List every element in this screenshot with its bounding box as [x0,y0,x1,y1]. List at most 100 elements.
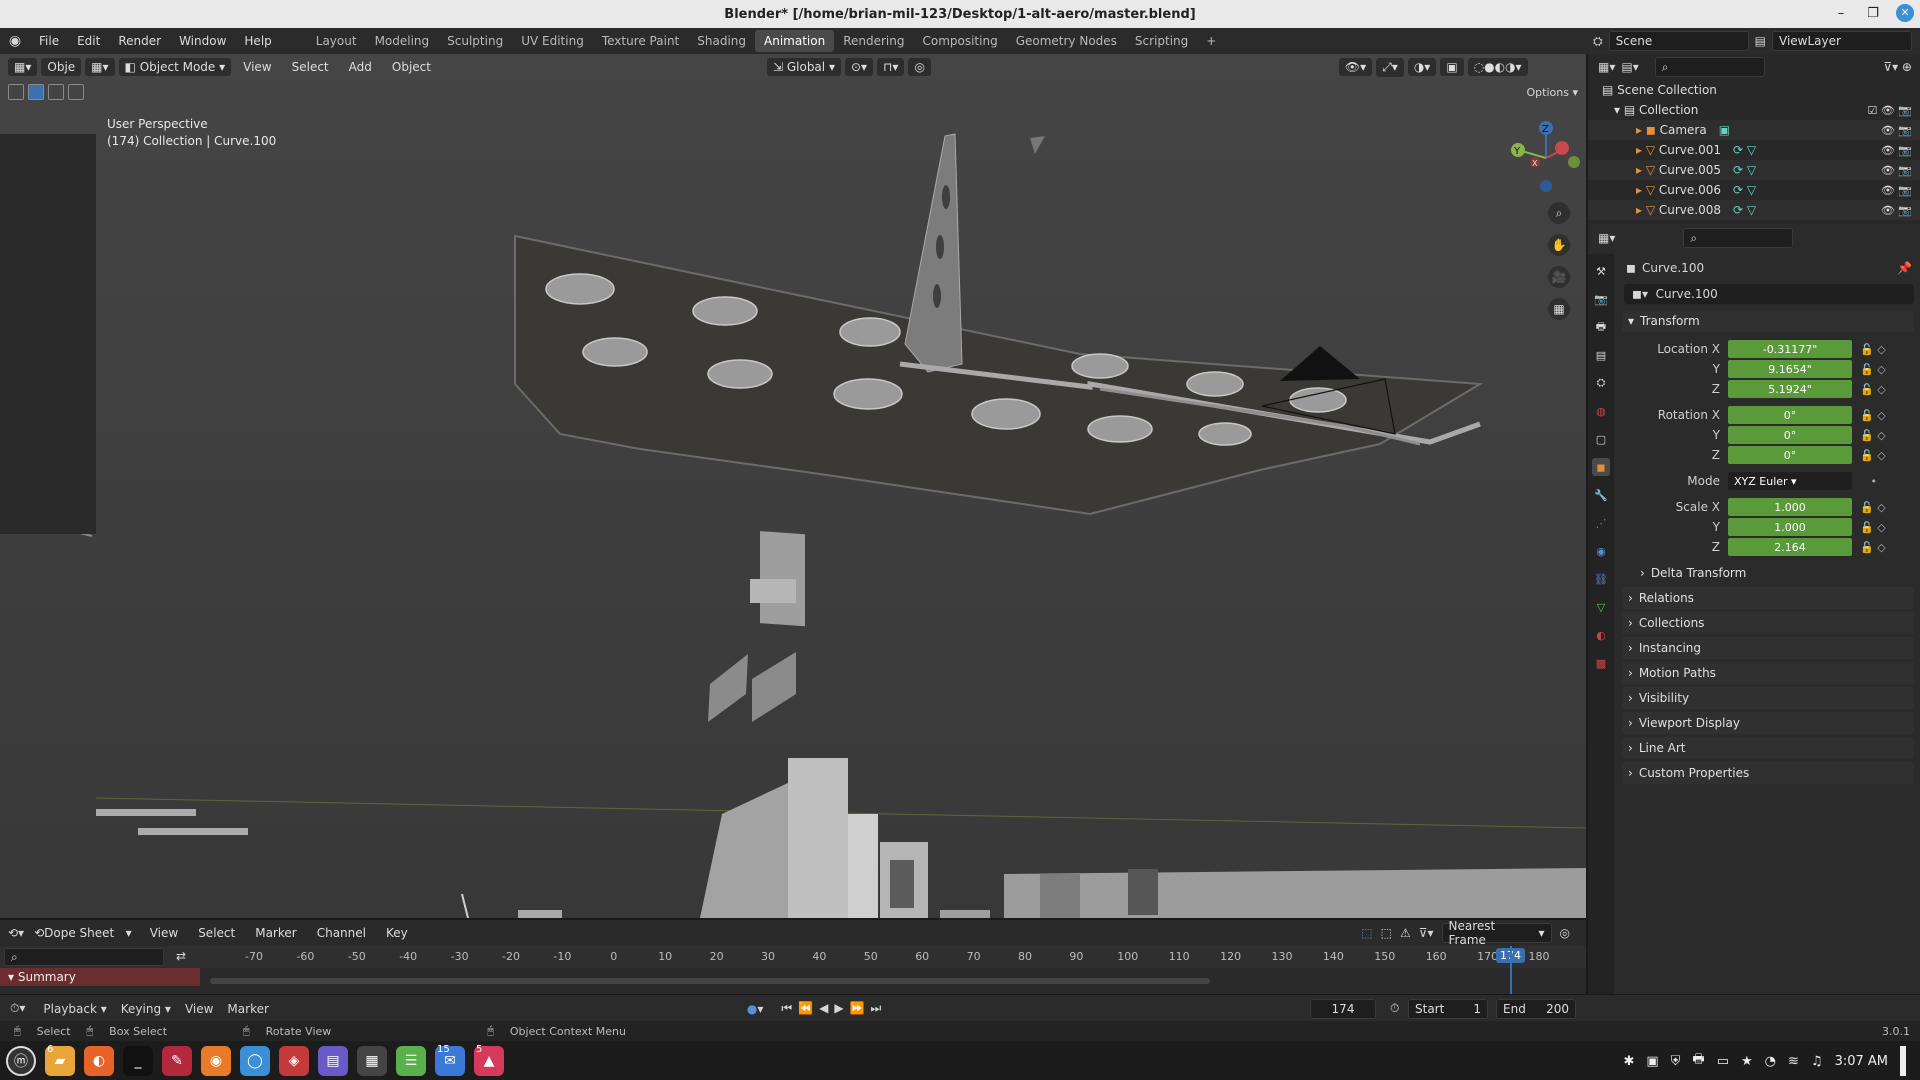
properties-search[interactable]: ⌕ [1683,228,1794,248]
camera-view-icon[interactable]: 🎥 [1548,266,1570,288]
view-layer-icon[interactable]: ▤ [1755,34,1766,48]
end-frame-field[interactable]: End 200 [1496,998,1576,1019]
constraints-tab-icon[interactable]: ⛓ [1592,570,1610,588]
timeline-editor-icon[interactable]: ⏱▾ [0,1001,25,1016]
view-layer-field[interactable]: ViewLayer [1772,31,1912,51]
pivot-icon[interactable]: ⊙▾ [844,58,874,76]
navigation-gizmo[interactable]: Z Y X [1506,118,1586,198]
maximize-icon[interactable]: ❐ [1864,6,1882,21]
rotation-y-field[interactable]: 0° [1728,426,1852,444]
ds-menu-marker[interactable]: Marker [247,926,304,940]
current-frame-field[interactable]: 174 [1310,998,1376,1019]
object-type-toggle[interactable]: Obje [41,58,82,76]
data-tab-icon[interactable]: ▽ [1592,598,1610,616]
outliner-editor-icon[interactable]: ▦▾ [1598,60,1615,74]
gizmo-icon[interactable]: ⤢▾ [1376,57,1404,77]
viewport-menu-view[interactable]: View [235,60,279,74]
collapse-icon[interactable]: ▾ ▤ [1614,103,1639,117]
outliner-search[interactable]: ⌕ [1654,57,1765,77]
keying-menu[interactable]: Keying ▾ [107,1002,171,1016]
visibility-icon[interactable]: 👁▾ [1338,58,1373,76]
ds-menu-channel[interactable]: Channel [309,926,374,940]
collection-tab-icon[interactable]: ▢ [1592,430,1610,448]
minimize-icon[interactable]: – [1832,6,1850,21]
panel-delta-transform[interactable]: › Delta Transform [1634,562,1914,584]
workspace-tab-scripting[interactable]: Scripting [1126,30,1197,52]
add-workspace-icon[interactable]: + [1197,30,1225,52]
particles-tab-icon[interactable]: ⋰ [1592,514,1610,532]
options-dropdown[interactable]: Options ▾ [1527,86,1578,99]
horizontal-scrollbar[interactable] [210,978,1210,984]
item-visibility[interactable]: 👁 📷 [1881,124,1912,137]
outliner-item-camera[interactable]: ▸ ◼ Camera ▣ 👁 📷 [1588,120,1920,140]
outliner-scene-collection[interactable]: ▤ Scene Collection [1588,80,1920,100]
timeline-menu-marker[interactable]: Marker [213,1002,268,1016]
dope-sheet-editor-icon[interactable]: ⟲▾ [8,926,24,940]
shading-icon[interactable]: ◌●◐◑▾ [1467,58,1528,76]
text-editor-app-icon[interactable]: ▤ [318,1046,348,1076]
panel-collections[interactable]: › Collections [1622,612,1914,634]
keyboard-icon[interactable]: ▭ [1717,1054,1729,1069]
ds-menu-key[interactable]: Key [378,926,416,940]
channel-search[interactable]: ⌕ [4,948,164,966]
editor-type-icon[interactable]: ▦▾ [8,58,38,76]
gizmo-neg-z[interactable] [1540,180,1552,192]
workspace-tab-sculpting[interactable]: Sculpting [438,30,512,52]
workspace-tab-shading[interactable]: Shading [688,30,755,52]
calculator-app-icon[interactable]: ▦ [357,1046,387,1076]
menu-edit[interactable]: Edit [68,34,109,48]
proportional-icon[interactable]: ◎ [1560,926,1570,940]
workspace-tab-animation[interactable]: Animation [755,30,835,52]
mode-dropdown[interactable]: ◧ Object Mode ▾ [118,58,232,76]
panel-transform[interactable]: ▾ Transform [1622,310,1914,332]
dope-sheet-mode-dropdown[interactable]: ⟲ Dope Sheet ▾ [28,923,138,943]
terminal-app-icon[interactable]: _ [123,1046,153,1076]
object-name-field[interactable]: ◼▾ Curve.100 [1624,284,1914,304]
chrome-app-icon[interactable]: ◯ [240,1046,270,1076]
view-layer-tab-icon[interactable]: ▤ [1592,346,1610,364]
outliner-item-curve-001[interactable]: ▸ ▽ Curve.001 ⟳ ▽ 👁 📷 [1588,140,1920,160]
lock-key-icon[interactable]: 🔓 ◇ [1860,363,1890,376]
ortho-grid-icon[interactable]: ▦ [1548,298,1570,320]
select-new-icon[interactable] [28,84,44,100]
panel-visibility[interactable]: › Visibility [1622,687,1914,709]
snap-icon[interactable]: ⊓▾ [877,58,905,76]
shield-icon[interactable]: ⛨ [1671,1054,1681,1069]
network-icon[interactable]: ◔ [1765,1054,1776,1069]
bluetooth-icon[interactable]: ✱ [1623,1054,1634,1069]
panel-custom-properties[interactable]: › Custom Properties [1622,762,1914,784]
krita-app-icon[interactable]: ✎ [162,1046,192,1076]
zoom-icon[interactable]: ⌕ [1548,202,1570,224]
lock-key-icon[interactable]: 🔓 ◇ [1860,343,1890,356]
location-y-field[interactable]: 9.1654" [1728,360,1852,378]
item-visibility[interactable]: 👁 📷 [1881,144,1912,157]
tool-tab-icon[interactable]: ⚒ [1592,262,1610,280]
rotation-z-field[interactable]: 0° [1728,446,1852,464]
menu-render[interactable]: Render [109,34,170,48]
snap-dropdown[interactable]: Nearest Frame ▾ [1441,919,1552,947]
scene-field[interactable]: Scene [1608,31,1749,51]
viewport-menu-add[interactable]: Add [341,60,380,74]
ds-menu-view[interactable]: View [142,926,186,940]
select-subtract-icon[interactable] [68,84,84,100]
lock-key-icon[interactable]: 🔓 ◇ [1860,409,1890,422]
playback-controls[interactable]: ⏮⏪◀▶⏩⏭ [781,1001,887,1016]
lock-key-icon[interactable]: 🔓 ◇ [1860,383,1890,396]
clipboard-icon[interactable]: ▣ [1646,1054,1658,1069]
world-tab-icon[interactable]: ◍ [1592,402,1610,420]
clock-icon[interactable]: ⏱ [1390,1001,1399,1016]
menu-help[interactable]: Help [235,34,280,48]
workspace-tab-layout[interactable]: Layout [307,30,366,52]
pin-icon[interactable]: 📌 [1897,261,1918,275]
texture-tab-icon[interactable]: ▩ [1592,654,1610,672]
workspace-tab-rendering[interactable]: Rendering [834,30,913,52]
blender-app-icon[interactable]: ◉ [201,1046,231,1076]
panel-motion-paths[interactable]: › Motion Paths [1622,662,1914,684]
scale-y-field[interactable]: 1.000 [1728,518,1852,536]
outliner-item-curve-005[interactable]: ▸ ▽ Curve.005 ⟳ ▽ 👁 📷 [1588,160,1920,180]
rotation-x-field[interactable]: 0° [1728,406,1852,424]
show-hidden-icon[interactable]: ⬚ [1381,926,1392,940]
only-selected-icon[interactable]: ⬚ [1361,926,1372,940]
timeline-menu-view[interactable]: View [171,1002,213,1016]
errors-icon[interactable]: ⚠ [1400,926,1411,940]
